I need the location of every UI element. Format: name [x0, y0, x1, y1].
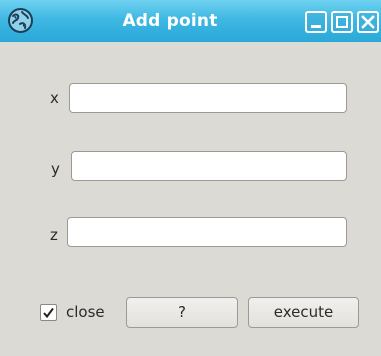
help-button[interactable]: ? — [126, 297, 238, 328]
title-bar[interactable]: Add point — [0, 0, 381, 42]
minimize-button[interactable] — [305, 11, 327, 33]
window-title: Add point — [122, 11, 218, 31]
execute-button[interactable]: execute — [248, 297, 359, 328]
x-input[interactable] — [69, 83, 347, 113]
add-point-dialog: Add point x y z close ? execute — [0, 0, 381, 356]
checkmark-icon — [43, 307, 54, 319]
close-checkbox-label[interactable]: close — [66, 302, 105, 322]
maximize-button[interactable] — [331, 11, 353, 33]
z-label: z — [50, 226, 58, 244]
close-window-button[interactable] — [357, 11, 379, 33]
y-label: y — [51, 160, 60, 178]
z-input[interactable] — [67, 217, 347, 247]
x-label: x — [50, 89, 59, 107]
y-input[interactable] — [71, 151, 347, 181]
close-checkbox[interactable] — [40, 304, 57, 321]
